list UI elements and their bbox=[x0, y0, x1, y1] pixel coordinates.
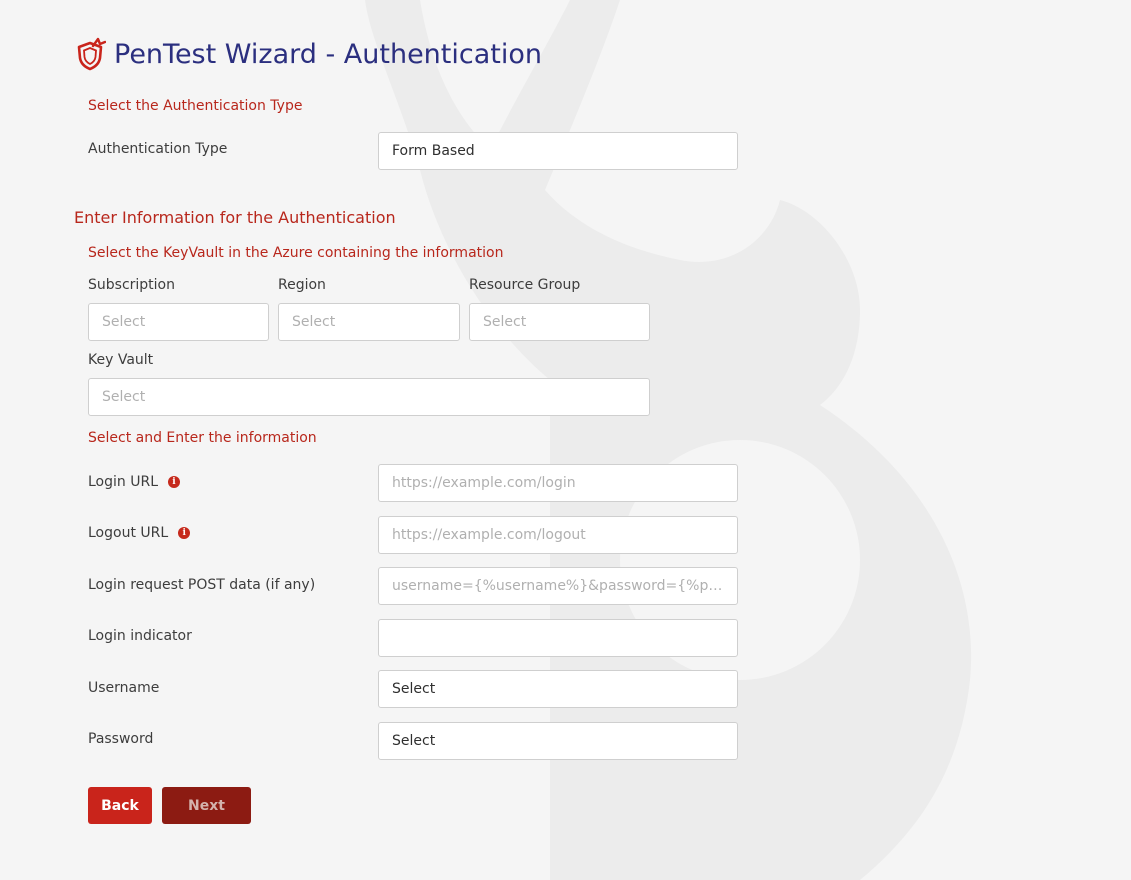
login-url-input[interactable]: https://example.com/login bbox=[378, 464, 738, 502]
subscription-label: Subscription bbox=[88, 277, 175, 293]
post-data-label: Login request POST data (if any) bbox=[88, 577, 316, 593]
auth-type-select[interactable]: Form Based bbox=[378, 132, 738, 170]
username-label: Username bbox=[88, 680, 160, 696]
info-icon[interactable]: i bbox=[178, 527, 191, 539]
auth-type-section-label: Select the Authentication Type bbox=[88, 98, 303, 114]
login-url-label-row: Login URL i bbox=[88, 474, 180, 490]
key-vault-select[interactable]: Select bbox=[88, 378, 650, 416]
page-header: PenTest Wizard - Authentication bbox=[74, 34, 542, 74]
region-label: Region bbox=[278, 277, 326, 293]
logout-url-label: Logout URL bbox=[88, 525, 169, 541]
page-title: PenTest Wizard - Authentication bbox=[114, 38, 542, 70]
username-select[interactable]: Select bbox=[378, 670, 738, 708]
info-icon[interactable]: i bbox=[168, 476, 180, 488]
resource-group-label: Resource Group bbox=[469, 277, 581, 293]
shield-icon bbox=[74, 37, 107, 71]
login-indicator-label: Login indicator bbox=[88, 628, 192, 644]
logout-url-label-row: Logout URL i bbox=[88, 525, 191, 541]
post-data-input[interactable]: username={%username%}&password={%passwor… bbox=[378, 567, 738, 605]
details-section-label: Select and Enter the information bbox=[88, 430, 317, 446]
resource-group-select[interactable]: Select bbox=[469, 303, 650, 341]
logout-url-input[interactable]: https://example.com/logout bbox=[378, 516, 738, 554]
password-label: Password bbox=[88, 731, 154, 747]
keyvault-section-label: Select the KeyVault in the Azure contain… bbox=[88, 245, 504, 261]
password-select[interactable]: Select bbox=[378, 722, 738, 760]
auth-type-label: Authentication Type bbox=[88, 141, 228, 157]
login-indicator-input[interactable] bbox=[378, 619, 738, 657]
region-select[interactable]: Select bbox=[278, 303, 460, 341]
key-vault-label: Key Vault bbox=[88, 352, 154, 368]
auth-info-heading: Enter Information for the Authentication bbox=[74, 208, 396, 227]
subscription-select[interactable]: Select bbox=[88, 303, 269, 341]
back-button[interactable]: Back bbox=[88, 787, 152, 824]
next-button[interactable]: Next bbox=[162, 787, 251, 824]
login-url-label: Login URL bbox=[88, 474, 158, 490]
